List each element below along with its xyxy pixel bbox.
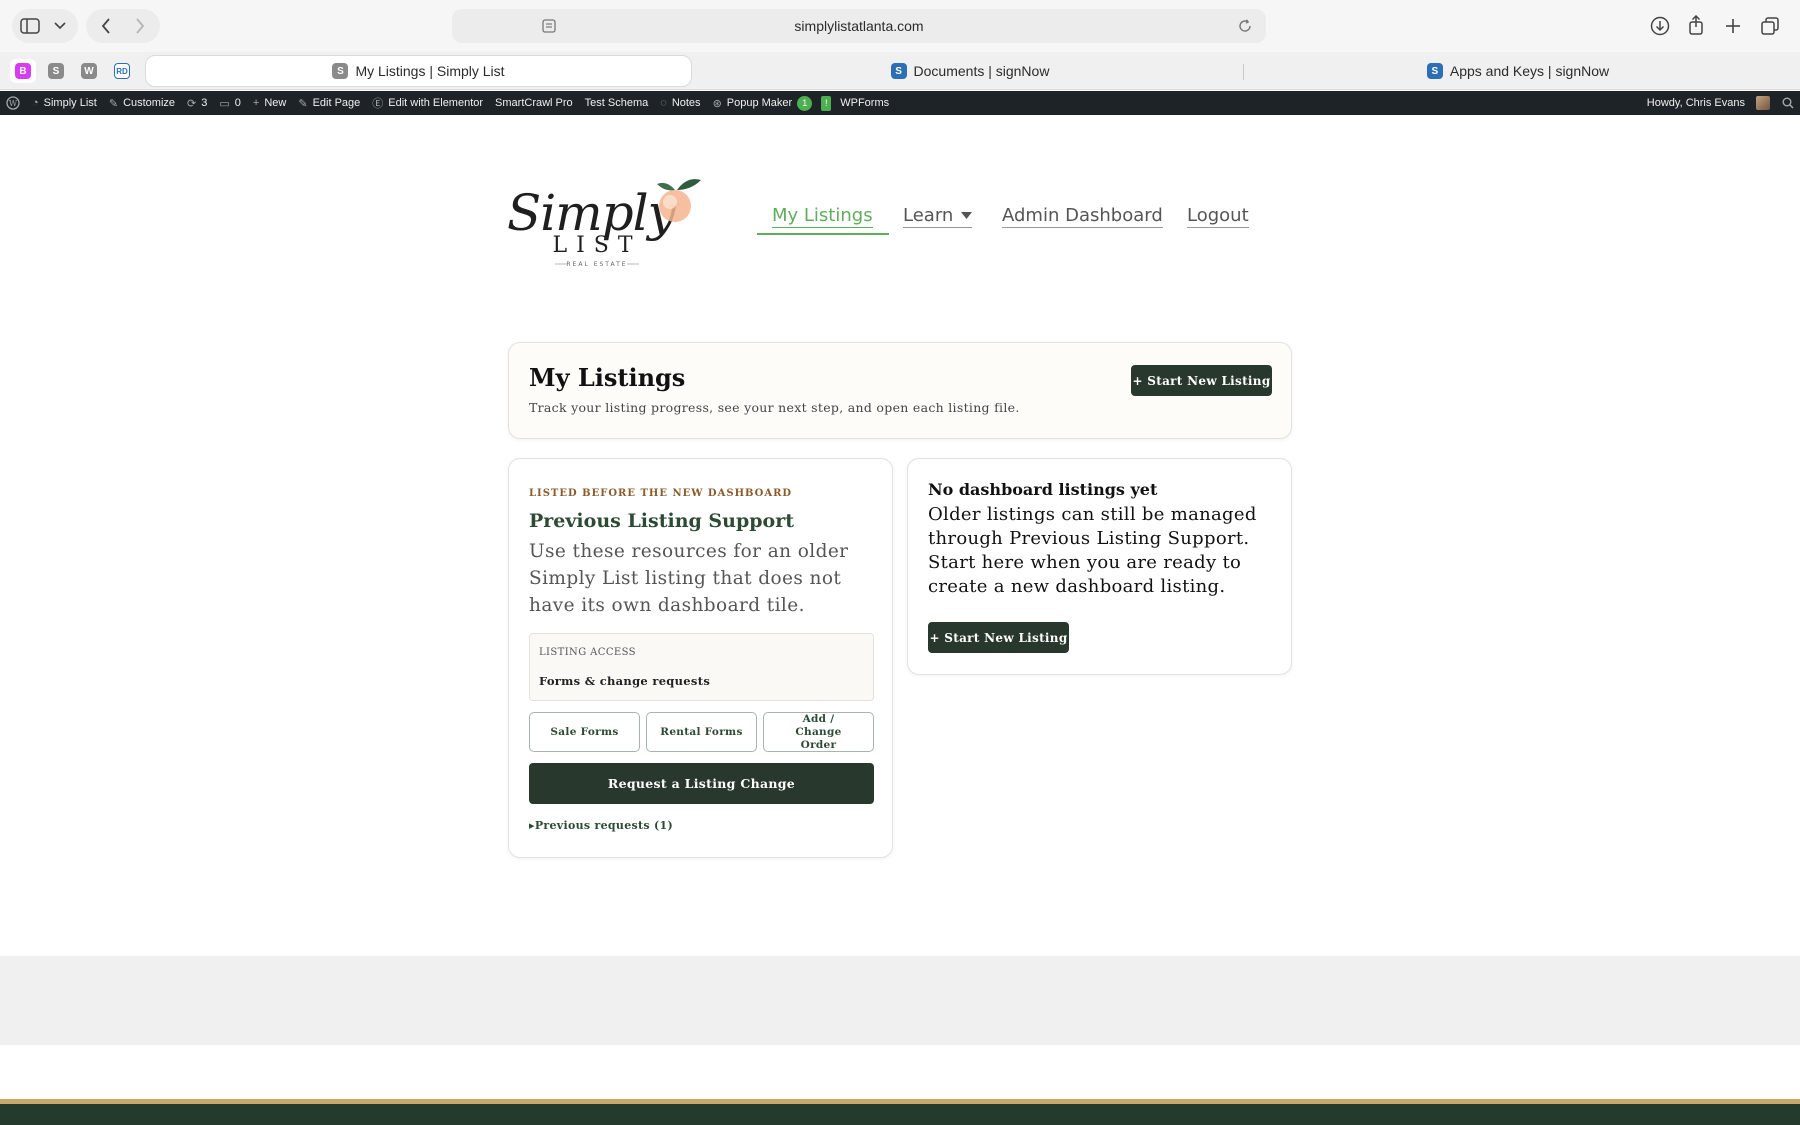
admin-wpforms[interactable]: WPForms [834,91,895,115]
pinned-favicon-icon: S [48,63,64,79]
admin-edit-elementor[interactable]: Ⓔ Edit with Elementor [366,91,489,115]
admin-notes[interactable]: ◌ Notes [654,91,706,115]
pinned-favicon-icon: B [15,63,31,79]
tab-overview-icon[interactable] [1759,15,1781,37]
empty-description: Older listings can still be managed thro… [928,504,1257,597]
logo-tagline-text: REAL ESTATE [566,261,627,268]
chevron-down-icon[interactable] [50,16,70,36]
card-eyebrow: LISTED BEFORE THE NEW DASHBOARD [529,488,793,499]
logo-word-text: LIST [552,233,641,258]
previous-listing-support-card: LISTED BEFORE THE NEW DASHBOARD Previous… [508,458,893,858]
previous-requests-toggle[interactable]: ▸Previous requests (1) [529,819,673,832]
admin-search-icon[interactable] [1776,91,1800,115]
admin-edit-page[interactable]: ✎ Edit Page [292,91,366,115]
pencil-icon: ✎ [298,97,308,110]
my-listings-header-card: My Listings Track your listing progress,… [508,342,1292,439]
signnow-favicon-icon: S [1426,63,1443,79]
sidebar-icon[interactable] [18,14,42,38]
empty-title: No dashboard listings yet [928,480,1158,499]
svg-text:W: W [9,99,18,108]
wp-admin-bar: W ◔ Simply List ✎ Customize ⟳ 3 ▭ 0 + New ✎ Ed… [0,91,1800,115]
listing-access-box: LISTING ACCESS Forms & change requests [529,633,874,701]
popup-count-badge: 1 [797,95,813,111]
speech-bubble-icon: ◌ [660,97,667,109]
tab-apps-keys-signnow[interactable]: S Apps and Keys | signNow [1248,55,1788,87]
card-title: Previous Listing Support [529,510,794,532]
admin-test-schema[interactable]: Test Schema [579,91,655,115]
pinned-tab-1[interactable]: B [10,59,36,83]
simply-list-favicon-icon: S [332,63,349,79]
brush-icon: ✎ [108,97,119,110]
dashboard-icon: ◔ [32,97,39,109]
pinned-tab-4[interactable]: RD [109,59,135,83]
address-bar[interactable]: simplylistatlanta.com [452,9,1266,43]
nav-my-listings[interactable]: My Listings [772,205,873,228]
pinned-tab-2[interactable]: S [43,59,69,83]
elementor-icon: Ⓔ [372,98,384,110]
tab-separator [1243,64,1244,80]
start-new-listing-button[interactable]: + Start New Listing [1131,365,1272,396]
admin-updates[interactable]: ⟳ 3 [181,91,213,115]
access-value: Forms & change requests [539,674,711,688]
forward-icon[interactable] [128,14,152,38]
no-dashboard-listings-card: No dashboard listings yet Older listings… [907,458,1292,675]
signnow-favicon-icon: S [890,63,907,79]
url-text: simplylistatlanta.com [794,18,924,34]
rental-forms-button[interactable]: Rental Forms [646,712,757,752]
admin-smartcrawl[interactable]: SmartCrawl Pro [489,91,579,115]
nav-logout[interactable]: Logout [1187,205,1249,228]
pinned-tab-3[interactable]: W [76,59,102,83]
admin-alert[interactable]: ! [818,91,834,115]
avatar [1756,96,1770,110]
admin-popup-maker[interactable]: ⊛ Popup Maker 1 [707,91,819,115]
comment-icon: ▭ [219,97,230,110]
plus-icon: + [252,97,260,109]
wordpress-logo-icon[interactable]: W [0,91,26,115]
page-subtitle: Track your listing progress, see your ne… [529,400,1020,415]
reload-icon[interactable] [1236,17,1254,35]
alert-badge: ! [821,95,832,111]
tab-label: Documents | signNow [913,63,1050,79]
tab-label: My Listings | Simply List [355,63,505,79]
admin-howdy[interactable]: Howdy, Chris Evans [1641,91,1776,115]
simply-list-logo[interactable]: Simply LIST REAL ESTATE [505,168,705,268]
page-title: My Listings [529,363,686,392]
updates-icon: ⟳ [187,97,197,110]
browser-toolbar: simplylistatlanta.com [0,0,1800,52]
footer [0,1104,1800,1125]
tab-documents-signnow[interactable]: S Documents | signNow [700,55,1240,87]
nav-admin-dashboard[interactable]: Admin Dashboard [1002,205,1163,228]
downloads-icon[interactable] [1649,15,1671,37]
sale-forms-button[interactable]: Sale Forms [529,712,640,752]
admin-customize[interactable]: ✎ Customize [103,91,181,115]
admin-comments[interactable]: ▭ 0 [213,91,247,115]
share-icon[interactable] [1685,14,1707,36]
tab-bar: B S W RD S My Listings | Simply List S D… [0,52,1800,90]
caret-down-icon [961,212,973,219]
card-description: Use these resources for an older Simply … [529,541,849,616]
add-change-order-button[interactable]: Add / Change Order [763,712,874,752]
admin-new[interactable]: + New [247,91,292,115]
nav-active-indicator [757,233,889,235]
new-tab-icon[interactable] [1722,15,1744,37]
nav-learn[interactable]: Learn [903,205,973,228]
popup-maker-icon: ⊛ [712,97,722,110]
start-new-listing-button-secondary[interactable]: + Start New Listing [928,622,1069,653]
tab-my-listings[interactable]: S My Listings | Simply List [145,55,692,87]
admin-site-name[interactable]: ◔ Simply List [26,91,103,115]
back-icon[interactable] [94,14,118,38]
request-listing-change-button[interactable]: Request a Listing Change [529,763,874,804]
pinned-favicon-icon: RD [114,63,130,79]
footer-band [0,956,1800,1045]
pinned-favicon-icon: W [81,63,97,79]
access-label: LISTING ACCESS [539,647,636,658]
tab-label: Apps and Keys | signNow [1449,63,1610,79]
